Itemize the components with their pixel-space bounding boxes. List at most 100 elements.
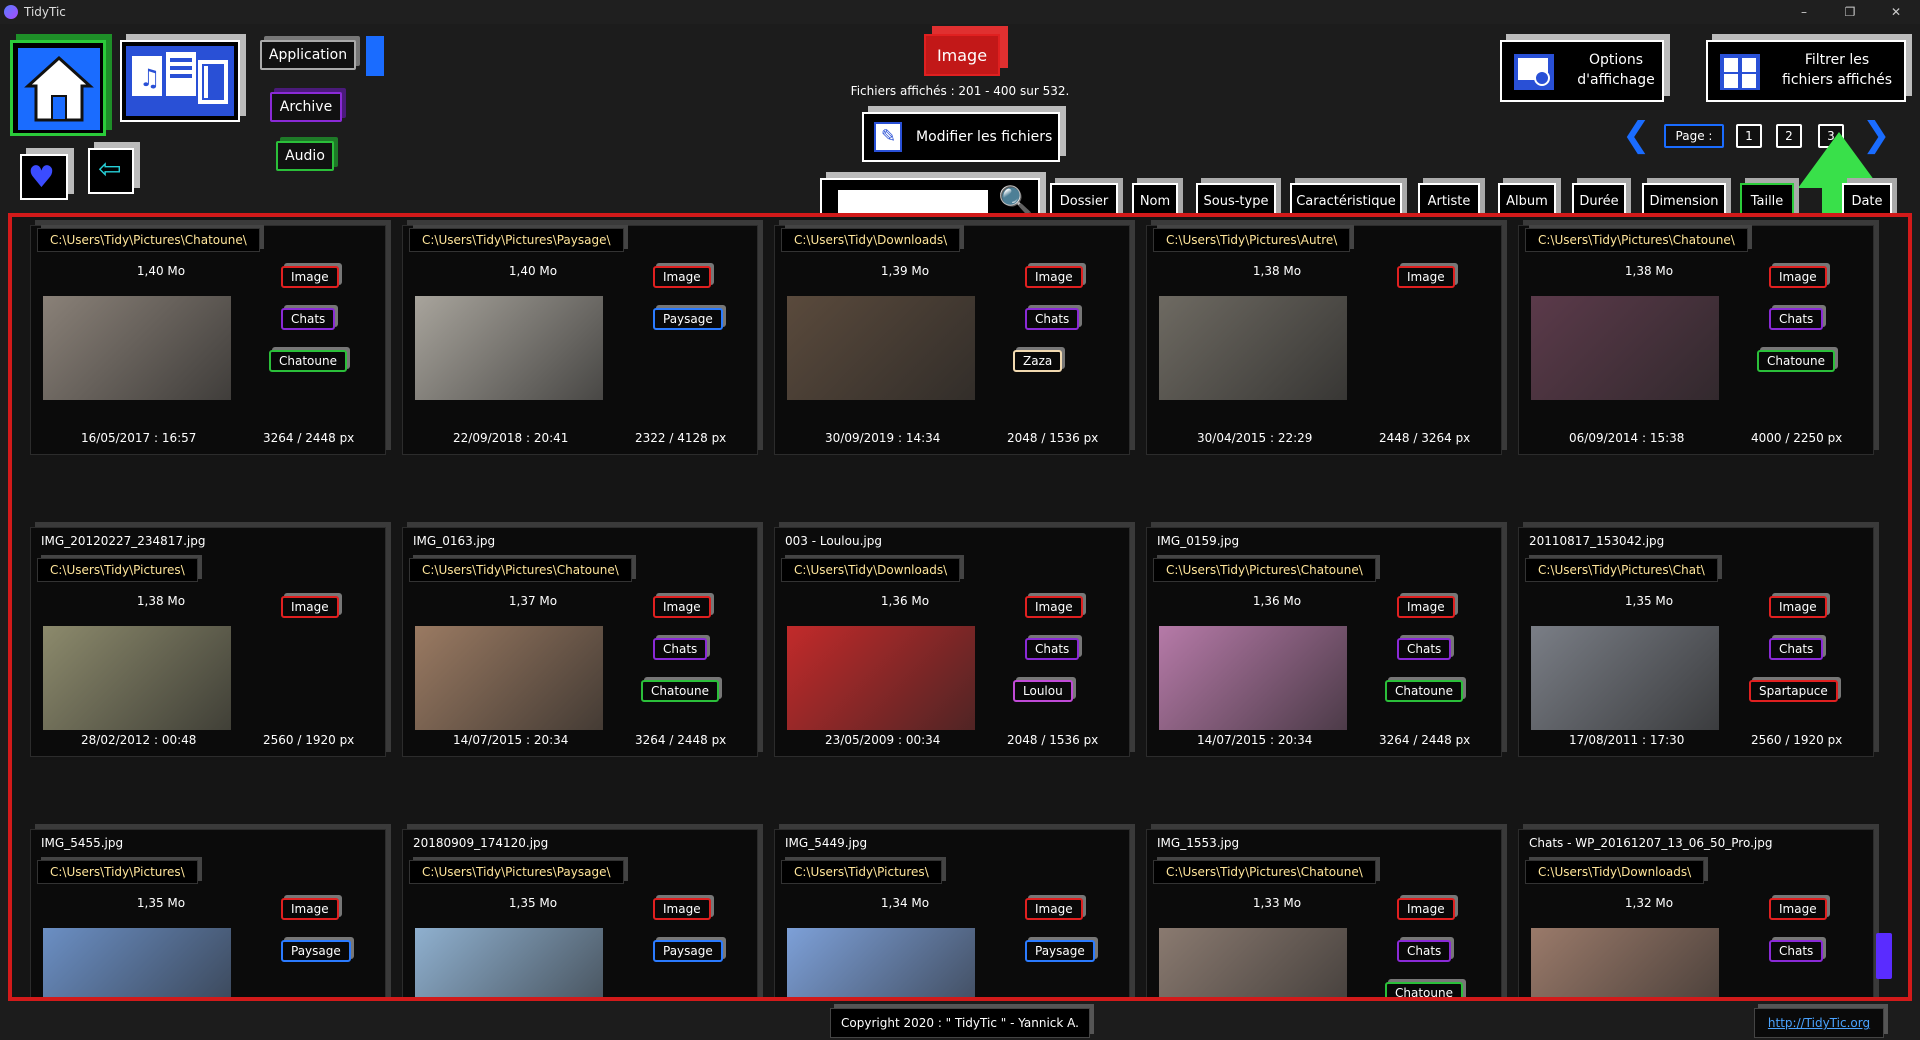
tag-chip[interactable]: Image: [653, 596, 711, 618]
file-path[interactable]: C:\Users\Tidy\Pictures\Autre\: [1153, 228, 1351, 252]
favorites-button[interactable]: ♥: [20, 154, 68, 200]
image-thumbnail[interactable]: [787, 296, 975, 400]
file-path[interactable]: C:\Users\Tidy\Downloads\: [781, 228, 961, 252]
tag-chip[interactable]: Paysage: [1025, 940, 1095, 962]
tag-chip[interactable]: Chats: [1025, 638, 1080, 660]
tag-chip[interactable]: Image: [281, 596, 339, 618]
file-path[interactable]: C:\Users\Tidy\Pictures\: [781, 860, 942, 884]
tag-chip[interactable]: Chats: [281, 308, 336, 330]
tag-chip[interactable]: Chatoune: [1757, 350, 1835, 372]
tag-chip[interactable]: Zaza: [1013, 350, 1063, 372]
website-link[interactable]: http://TidyTic.org: [1754, 1008, 1884, 1038]
tag-chip[interactable]: Chats: [1769, 308, 1824, 330]
file-path[interactable]: C:\Users\Tidy\Pictures\Chatoune\: [37, 228, 260, 252]
file-card[interactable]: 003 - Loulou.jpg C:\Users\Tidy\Downloads\…: [774, 527, 1130, 757]
image-thumbnail[interactable]: [1531, 296, 1719, 400]
file-path[interactable]: C:\Users\Tidy\Pictures\Paysage\: [409, 228, 624, 252]
file-card[interactable]: IMG_0159.jpg C:\Users\Tidy\Pictures\Chato…: [1146, 527, 1502, 757]
image-thumbnail[interactable]: [415, 626, 603, 730]
maximize-button[interactable]: ❐: [1827, 0, 1873, 24]
file-path[interactable]: C:\Users\Tidy\Pictures\: [37, 558, 198, 582]
tag-chip[interactable]: Chatoune: [1385, 982, 1463, 997]
tag-chip[interactable]: Chats: [1397, 940, 1452, 962]
tag-chip[interactable]: Chats: [1769, 638, 1824, 660]
page-1-button[interactable]: 1: [1736, 124, 1762, 148]
tag-chip[interactable]: Spartapuce: [1749, 680, 1838, 702]
file-card[interactable]: 20110817_153042.jpg C:\Users\Tidy\Picture…: [1518, 527, 1874, 757]
file-card[interactable]: 20180909_174120.jpg C:\Users\Tidy\Picture…: [402, 829, 758, 997]
tag-chip[interactable]: Chatoune: [269, 350, 347, 372]
file-card[interactable]: C:\Users\Tidy\Pictures\Chatoune\ 1,38 Mo I…: [1518, 225, 1874, 455]
modify-files-button[interactable]: ✎ Modifier les fichiers: [862, 112, 1060, 162]
close-button[interactable]: ✕: [1873, 0, 1919, 24]
image-thumbnail[interactable]: [43, 928, 231, 997]
image-thumbnail[interactable]: [787, 626, 975, 730]
tag-chip[interactable]: Image: [1025, 596, 1083, 618]
home-button[interactable]: [10, 40, 106, 136]
tag-chip[interactable]: Image: [653, 898, 711, 920]
file-card[interactable]: C:\Users\Tidy\Pictures\Chatoune\ 1,40 Mo I…: [30, 225, 386, 455]
tag-chip[interactable]: Image: [1025, 898, 1083, 920]
media-types-button[interactable]: ♫: [120, 40, 240, 122]
image-thumbnail[interactable]: [415, 928, 603, 997]
file-path[interactable]: C:\Users\Tidy\Downloads\: [781, 558, 961, 582]
tag-chip[interactable]: Image: [1769, 898, 1827, 920]
previous-page-icon[interactable]: ❮: [1622, 118, 1651, 152]
image-thumbnail[interactable]: [1159, 296, 1347, 400]
application-button[interactable]: Application: [260, 40, 356, 70]
tag-chip[interactable]: Chatoune: [1385, 680, 1463, 702]
file-path[interactable]: C:\Users\Tidy\Pictures\Chatoune\: [409, 558, 632, 582]
tag-chip[interactable]: Image: [1025, 266, 1083, 288]
tag-chip[interactable]: Paysage: [281, 940, 351, 962]
tag-chip[interactable]: Image: [1397, 266, 1455, 288]
tag-chip[interactable]: Image: [281, 898, 339, 920]
search-input[interactable]: [838, 190, 988, 214]
tag-chip[interactable]: Chats: [653, 638, 708, 660]
file-card[interactable]: Chats - WP_20161207_13_06_50_Pro.jpg C:\U…: [1518, 829, 1874, 997]
tag-chip[interactable]: Paysage: [653, 308, 723, 330]
tag-chip[interactable]: Chats: [1397, 638, 1452, 660]
tag-chip[interactable]: Image: [653, 266, 711, 288]
image-thumbnail[interactable]: [1531, 626, 1719, 730]
image-thumbnail[interactable]: [787, 928, 975, 997]
back-button[interactable]: ⇦: [88, 148, 134, 194]
file-card[interactable]: IMG_1553.jpg C:\Users\Tidy\Pictures\Chato…: [1146, 829, 1502, 997]
tag-chip[interactable]: Chats: [1025, 308, 1080, 330]
file-path[interactable]: C:\Users\Tidy\Pictures\Paysage\: [409, 860, 624, 884]
tag-chip[interactable]: Loulou: [1013, 680, 1073, 702]
tag-chip[interactable]: Image: [1769, 266, 1827, 288]
image-thumbnail[interactable]: [1159, 626, 1347, 730]
tag-chip[interactable]: Chatoune: [641, 680, 719, 702]
display-options-button[interactable]: Options d'affichage: [1500, 40, 1664, 102]
image-thumbnail[interactable]: [43, 296, 231, 400]
file-card[interactable]: IMG_20120227_234817.jpg C:\Users\Tidy\Pic…: [30, 527, 386, 757]
file-card[interactable]: C:\Users\Tidy\Pictures\Autre\ 1,38 Mo Imag…: [1146, 225, 1502, 455]
archive-button[interactable]: Archive: [270, 92, 342, 122]
audio-button[interactable]: Audio: [276, 141, 334, 171]
tag-chip[interactable]: Image: [1397, 898, 1455, 920]
filter-files-button[interactable]: Filtrer les fichiers affichés: [1706, 40, 1906, 102]
tag-chip[interactable]: Image: [281, 266, 339, 288]
scrollbar-thumb[interactable]: [1876, 933, 1892, 979]
file-path[interactable]: C:\Users\Tidy\Pictures\: [37, 860, 198, 884]
file-path[interactable]: C:\Users\Tidy\Pictures\Chat\: [1525, 558, 1718, 582]
file-path[interactable]: C:\Users\Tidy\Pictures\Chatoune\: [1153, 558, 1376, 582]
file-path[interactable]: C:\Users\Tidy\Pictures\Chatoune\: [1153, 860, 1376, 884]
file-card[interactable]: C:\Users\Tidy\Downloads\ 1,39 Mo Image Chat…: [774, 225, 1130, 455]
file-card[interactable]: C:\Users\Tidy\Pictures\Paysage\ 1,40 Mo Im…: [402, 225, 758, 455]
image-thumbnail[interactable]: [43, 626, 231, 730]
tag-chip[interactable]: Chats: [1769, 940, 1824, 962]
file-path[interactable]: C:\Users\Tidy\Pictures\Chatoune\: [1525, 228, 1748, 252]
image-thumbnail[interactable]: [1531, 928, 1719, 997]
image-thumbnail[interactable]: [1159, 928, 1347, 997]
tag-chip[interactable]: Image: [1397, 596, 1455, 618]
tag-chip[interactable]: Paysage: [653, 940, 723, 962]
file-card[interactable]: IMG_0163.jpg C:\Users\Tidy\Pictures\Chato…: [402, 527, 758, 757]
minimize-button[interactable]: –: [1781, 0, 1827, 24]
file-type-image-button[interactable]: Image: [924, 34, 1000, 76]
image-thumbnail[interactable]: [415, 296, 603, 400]
tag-chip[interactable]: Image: [1769, 596, 1827, 618]
file-card[interactable]: IMG_5449.jpg C:\Users\Tidy\Pictures\ 1,34 …: [774, 829, 1130, 997]
file-card[interactable]: IMG_5455.jpg C:\Users\Tidy\Pictures\ 1,35 …: [30, 829, 386, 997]
file-path[interactable]: C:\Users\Tidy\Downloads\: [1525, 860, 1705, 884]
